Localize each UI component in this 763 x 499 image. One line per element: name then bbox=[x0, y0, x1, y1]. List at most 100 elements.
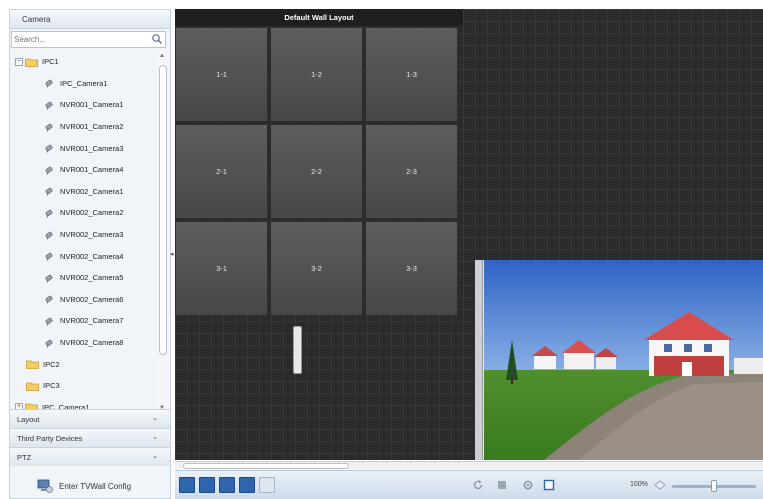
search-input[interactable] bbox=[12, 32, 148, 47]
camera-icon bbox=[45, 123, 53, 132]
enter-tvwall-config-button[interactable]: Enter TVWall Config bbox=[10, 472, 170, 499]
tvwall-config-icon bbox=[37, 479, 53, 493]
expand-chevron-icon: ⌄ bbox=[152, 415, 158, 422]
settings-icon[interactable] bbox=[522, 479, 534, 491]
camera-panel-header[interactable]: Camera bbox=[10, 10, 170, 29]
tree-item-camera[interactable]: NVR002_Camera8 bbox=[10, 332, 158, 354]
tree-item-label: IPC_Camera1 bbox=[60, 78, 108, 88]
tree-item-camera[interactable]: NVR002_Camera4 bbox=[10, 245, 158, 267]
tree-item-camera[interactable]: NVR001_Camera1 bbox=[10, 94, 158, 116]
layout-3x3-button[interactable] bbox=[219, 477, 235, 493]
camera-icon bbox=[45, 144, 53, 153]
tree-item-label: NVR001_Camera2 bbox=[60, 122, 124, 132]
tree-scrollbar[interactable]: ▲ ▼ bbox=[157, 51, 169, 413]
tree-item-label: NVR002_Camera7 bbox=[60, 316, 124, 326]
collapse-icon[interactable]: − bbox=[15, 57, 23, 66]
tree-item-label: IPC3 bbox=[43, 381, 60, 391]
cell-label: 1-2 bbox=[311, 70, 322, 79]
wall-cell[interactable]: 2-3 bbox=[365, 124, 458, 219]
zoom-out-icon[interactable] bbox=[654, 480, 666, 490]
camera-tree: − IPC1 IPC_Camera1 NVR001_Camera1 NVR001… bbox=[10, 51, 158, 413]
camera-icon bbox=[45, 339, 53, 348]
tree-item-label: IPC1 bbox=[42, 57, 59, 67]
canvas-horizontal-scrollbar[interactable] bbox=[175, 461, 763, 469]
tree-item-label: NVR002_Camera8 bbox=[60, 338, 124, 348]
tree-item-label: NVR002_Camera3 bbox=[60, 230, 124, 240]
tree-item-label: NVR002_Camera5 bbox=[60, 273, 124, 283]
section-layout[interactable]: Layout ⌄ bbox=[10, 409, 170, 428]
stop-all-icon[interactable] bbox=[496, 479, 508, 491]
expand-chevron-icon: ⌄ bbox=[152, 434, 158, 441]
layout-1x1-button[interactable] bbox=[179, 477, 195, 493]
tree-item-camera[interactable]: NVR001_Camera4 bbox=[10, 159, 158, 181]
search-box bbox=[11, 31, 166, 48]
tree-item-camera[interactable]: NVR002_Camera2 bbox=[10, 202, 158, 224]
wall-cell[interactable]: 3-2 bbox=[270, 221, 363, 316]
camera-icon bbox=[45, 274, 53, 283]
tree-item-label: NVR002_Camera2 bbox=[60, 208, 124, 218]
refresh-icon[interactable] bbox=[472, 479, 484, 491]
scrollbar-thumb[interactable] bbox=[159, 65, 167, 355]
wall-cell[interactable]: 2-1 bbox=[175, 124, 268, 219]
wall-title: Default Wall Layout bbox=[175, 9, 463, 26]
camera-icon bbox=[45, 231, 53, 240]
section-label: PTZ bbox=[17, 453, 32, 462]
section-ptz[interactable]: PTZ ⌄ bbox=[10, 447, 170, 466]
tree-item-camera[interactable]: NVR001_Camera3 bbox=[10, 137, 158, 159]
tree-item-label: IPC2 bbox=[43, 359, 60, 369]
collapse-panel-icon[interactable]: ◂ bbox=[170, 250, 174, 258]
tree-item-label: NVR001_Camera1 bbox=[60, 100, 124, 110]
wall-cell[interactable]: 1-1 bbox=[175, 27, 268, 122]
tree-group-ipc1[interactable]: − IPC1 bbox=[10, 51, 158, 73]
preview-side-bar[interactable] bbox=[475, 260, 483, 460]
expand-chevron-icon: ⌄ bbox=[152, 453, 158, 460]
tree-item-camera[interactable]: NVR002_Camera6 bbox=[10, 289, 158, 311]
tvwall-canvas[interactable]: Default Wall Layout 1-1 1-2 1-3 2-1 2-2 … bbox=[175, 9, 763, 460]
cell-label: 2-2 bbox=[311, 167, 322, 176]
tree-group-ipc2[interactable]: IPC2 bbox=[10, 353, 158, 375]
camera-icon bbox=[45, 317, 53, 326]
layout-custom-button[interactable] bbox=[259, 477, 275, 493]
camera-panel: Camera − IPC1 IPC_Camera1 NVR001_Camera1… bbox=[9, 9, 171, 499]
layout-4x4-button[interactable] bbox=[239, 477, 255, 493]
camera-icon bbox=[45, 80, 53, 89]
tree-item-label: NVR002_Camera1 bbox=[60, 186, 124, 196]
camera-icon bbox=[45, 188, 53, 197]
fullscreen-icon[interactable] bbox=[543, 479, 555, 491]
zoom-level-label: 100% bbox=[630, 481, 648, 488]
tree-item-camera[interactable]: NVR001_Camera2 bbox=[10, 116, 158, 138]
tree-item-camera[interactable]: NVR002_Camera1 bbox=[10, 181, 158, 203]
scroll-up-icon[interactable]: ▲ bbox=[159, 53, 165, 59]
tree-item-label: NVR001_Camera4 bbox=[60, 165, 124, 175]
preview-image bbox=[484, 260, 763, 460]
wall-cell[interactable]: 1-3 bbox=[365, 27, 458, 122]
tree-item-camera[interactable]: NVR002_Camera3 bbox=[10, 224, 158, 246]
scrollbar-thumb[interactable] bbox=[183, 463, 349, 469]
section-label: Third Party Devices bbox=[17, 434, 83, 443]
camera-icon bbox=[45, 252, 53, 261]
zoom-slider-thumb[interactable] bbox=[711, 480, 717, 492]
cell-label: 2-1 bbox=[216, 167, 227, 176]
folder-icon bbox=[26, 382, 39, 391]
section-third-party-devices[interactable]: Third Party Devices ⌄ bbox=[10, 428, 170, 447]
wall-cell[interactable]: 1-2 bbox=[270, 27, 363, 122]
cell-label: 3-1 bbox=[216, 264, 227, 273]
wall-grid: 1-1 1-2 1-3 2-1 2-2 2-3 3-1 3-2 3-3 bbox=[175, 27, 463, 321]
layout-2x2-button[interactable] bbox=[199, 477, 215, 493]
tree-item-camera[interactable]: NVR002_Camera5 bbox=[10, 267, 158, 289]
cell-label: 3-3 bbox=[406, 264, 417, 273]
wall-cell[interactable]: 2-2 bbox=[270, 124, 363, 219]
search-icon[interactable] bbox=[151, 33, 163, 45]
camera-preview-window[interactable] bbox=[475, 260, 763, 460]
tree-item-camera[interactable]: NVR002_Camera7 bbox=[10, 310, 158, 332]
preview-resize-handle[interactable] bbox=[293, 326, 302, 374]
wall-cell[interactable]: 3-3 bbox=[365, 221, 458, 316]
tree-group-ipc3[interactable]: IPC3 bbox=[10, 375, 158, 397]
camera-icon bbox=[45, 166, 53, 175]
camera-icon bbox=[45, 296, 53, 304]
tree-item-camera[interactable]: IPC_Camera1 bbox=[10, 73, 158, 95]
tree-item-label: NVR001_Camera3 bbox=[60, 143, 124, 153]
wall-cell[interactable]: 3-1 bbox=[175, 221, 268, 316]
bottom-toolbar: 100% bbox=[175, 470, 763, 499]
camera-icon bbox=[45, 209, 53, 218]
